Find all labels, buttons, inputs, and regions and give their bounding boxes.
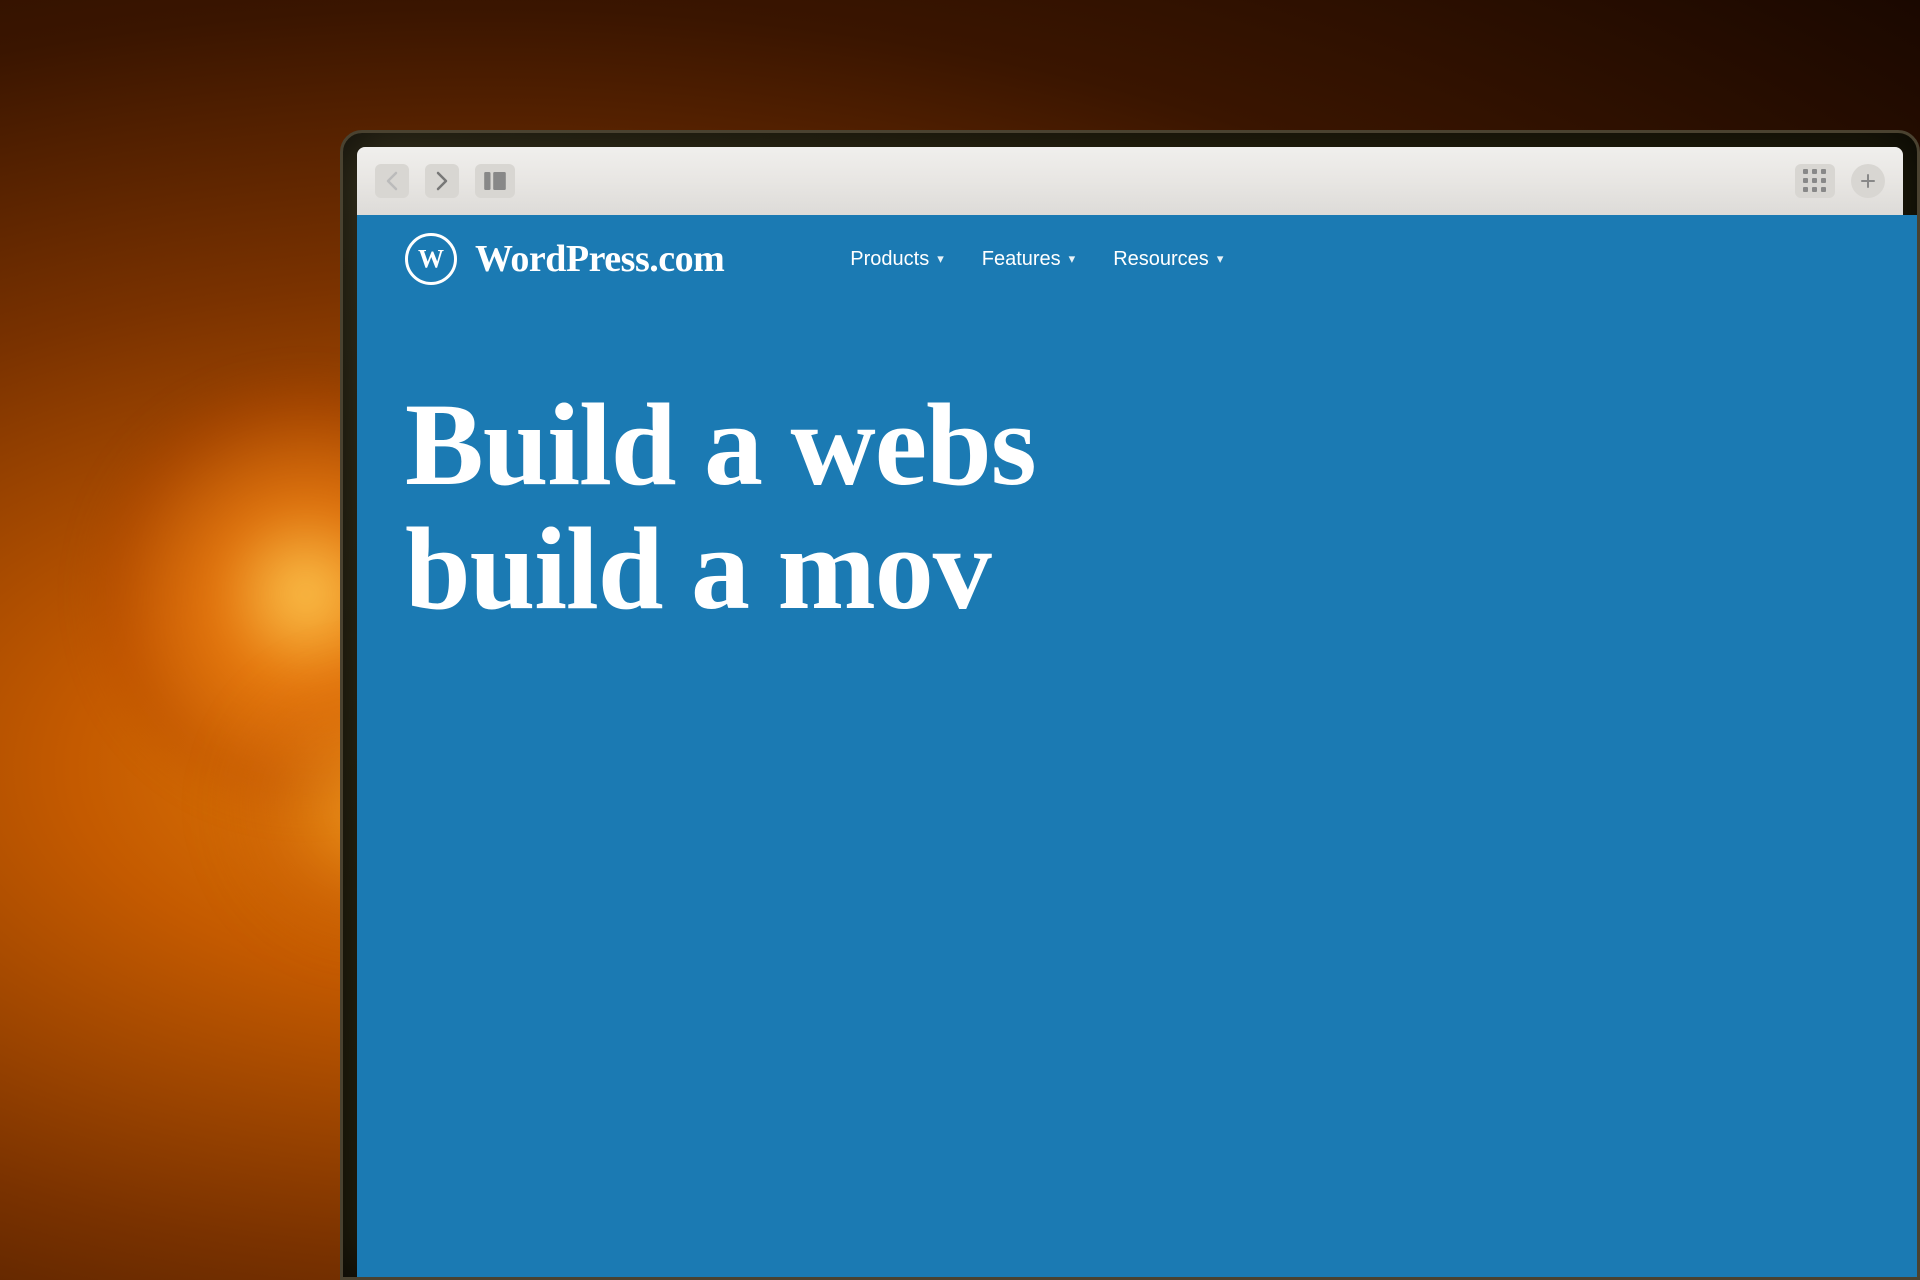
wordpress-logo-area[interactable]: W WordPress.com bbox=[405, 233, 724, 285]
resources-label: Resources bbox=[1113, 248, 1209, 271]
website-viewport: W WordPress.com Products ▾ Features ▾ Re… bbox=[357, 215, 1917, 1277]
svg-text:W: W bbox=[418, 244, 444, 273]
sidebar-toggle-button[interactable] bbox=[475, 164, 515, 198]
extensions-button[interactable] bbox=[1795, 164, 1835, 198]
new-tab-button[interactable] bbox=[1851, 164, 1885, 198]
hero-line-1: Build a webs bbox=[405, 383, 1869, 507]
products-nav-link[interactable]: Products ▾ bbox=[836, 240, 957, 279]
resources-chevron-icon: ▾ bbox=[1217, 251, 1224, 267]
wordpress-logo-circle: W bbox=[405, 233, 457, 285]
grid-icon bbox=[1803, 169, 1828, 194]
sidebar-icon bbox=[484, 172, 506, 190]
hero-title: Build a webs build a mov bbox=[405, 383, 1869, 631]
hero-line-2: build a mov bbox=[405, 507, 1869, 631]
resources-nav-link[interactable]: Resources ▾ bbox=[1099, 240, 1237, 279]
hero-section: Build a webs build a mov bbox=[357, 303, 1917, 691]
nav-links: Products ▾ Features ▾ Resources ▾ bbox=[836, 240, 1237, 279]
back-button[interactable] bbox=[375, 164, 409, 198]
browser-chrome bbox=[357, 147, 1903, 215]
features-nav-link[interactable]: Features ▾ bbox=[968, 240, 1089, 279]
features-label: Features bbox=[982, 248, 1061, 271]
wordpress-navbar: W WordPress.com Products ▾ Features ▾ Re… bbox=[357, 215, 1917, 303]
wordpress-w-icon: W bbox=[415, 243, 447, 275]
products-label: Products bbox=[850, 248, 929, 271]
products-chevron-icon: ▾ bbox=[937, 251, 944, 267]
wordpress-logo-text: WordPress.com bbox=[475, 237, 724, 281]
device-frame: W WordPress.com Products ▾ Features ▾ Re… bbox=[340, 130, 1920, 1280]
features-chevron-icon: ▾ bbox=[1069, 251, 1076, 267]
forward-button[interactable] bbox=[425, 164, 459, 198]
